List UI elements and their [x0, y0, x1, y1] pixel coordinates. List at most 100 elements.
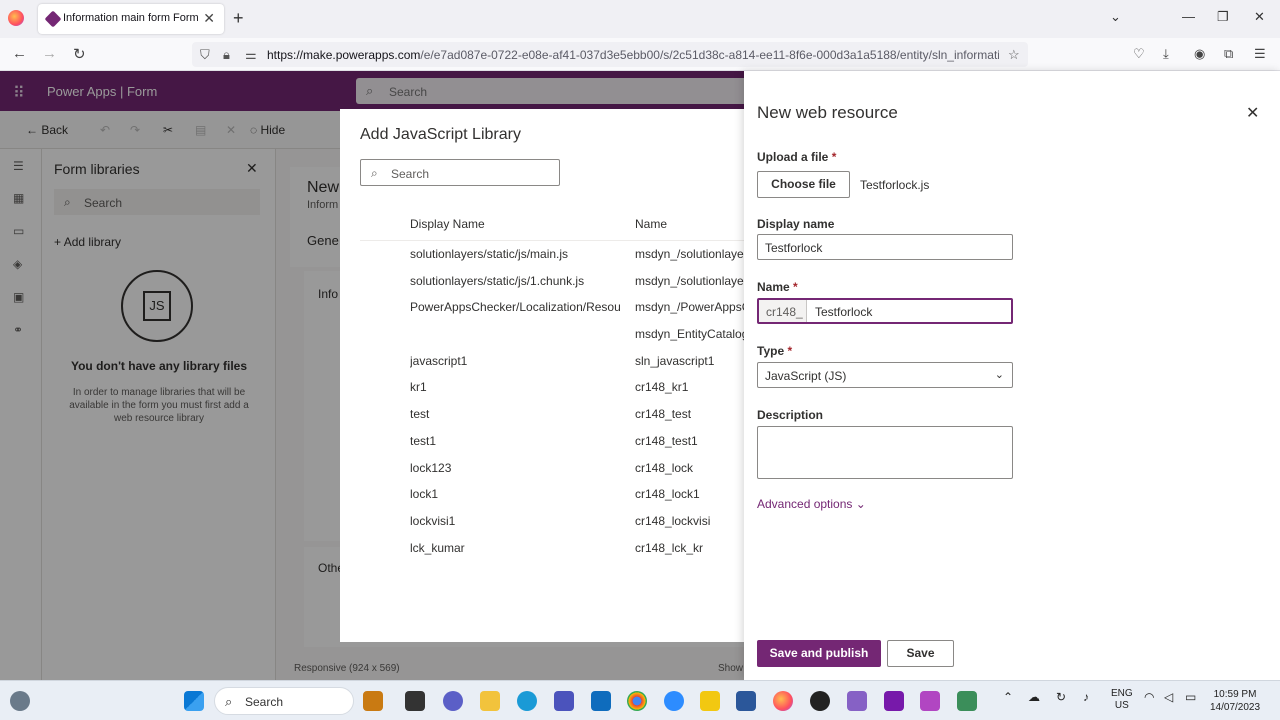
- microphone-icon[interactable]: ♪: [1083, 690, 1089, 704]
- close-panel-icon[interactable]: ✕: [1246, 103, 1259, 123]
- choose-file-button[interactable]: Choose file: [757, 171, 850, 198]
- table-row[interactable]: msdyn_EntityCatalog: [360, 321, 744, 348]
- display-name-value: Testforlock: [765, 241, 823, 255]
- firefox-taskbar-icon[interactable]: [773, 691, 793, 711]
- name-field[interactable]: cr148_ Testforlock: [757, 298, 1013, 324]
- battery-icon[interactable]: ▭: [1185, 690, 1196, 704]
- row-display-name: solutionlayers/static/js/main.js: [410, 247, 569, 261]
- browser-tab[interactable]: Information main form Form ✕: [38, 4, 224, 34]
- column-header-name[interactable]: Name: [635, 217, 744, 231]
- table-row[interactable]: lock1 cr148_lock1: [360, 481, 744, 508]
- name-value: Testforlock: [815, 305, 873, 319]
- download-icon[interactable]: ⤓: [1163, 46, 1169, 62]
- menu-icon[interactable]: ☰: [1254, 46, 1266, 62]
- taskbar: ⌕ Search ⌃ ☁ ↻ ♪ ENG US ◠ ◁ ▭ 10:59 PM 14…: [0, 680, 1280, 720]
- address-bar[interactable]: ⛉ 🔒︎ ⚌ https://make.powerapps.com/e/e7ad…: [192, 42, 1028, 67]
- close-window-icon[interactable]: ✕: [1254, 9, 1265, 25]
- row-name: msdyn_/solutionlayers: [635, 273, 744, 288]
- save-and-publish-button[interactable]: Save and publish: [757, 640, 881, 667]
- visual-studio-icon[interactable]: [847, 691, 867, 711]
- column-header-display-name[interactable]: Display Name: [410, 217, 620, 231]
- start-icon[interactable]: [184, 691, 204, 711]
- clock[interactable]: 10:59 PM 14/07/2023: [1210, 688, 1260, 714]
- table-row[interactable]: lockvisi1 cr148_lockvisi: [360, 508, 744, 535]
- wifi-icon[interactable]: ◠: [1144, 690, 1154, 704]
- table-row[interactable]: test1 cr148_test1: [360, 428, 744, 455]
- advanced-options-toggle[interactable]: Advanced options ⌄: [757, 497, 866, 511]
- table-row[interactable]: solutionlayers/static/js/main.js msdyn_/s…: [360, 241, 744, 268]
- file-explorer-icon[interactable]: [480, 691, 500, 711]
- browser-nav-bar: ← → ↻ ⛉ 🔒︎ ⚌ https://make.powerapps.com/…: [0, 38, 1280, 71]
- edge-icon[interactable]: [517, 691, 537, 711]
- type-value: JavaScript (JS): [765, 369, 847, 383]
- row-name: cr148_lockvisi: [635, 513, 711, 528]
- back-arrow-icon[interactable]: ←: [12, 45, 27, 62]
- table-row[interactable]: solutionlayers/static/js/1.chunk.js msdyn…: [360, 268, 744, 295]
- notepad-icon[interactable]: [957, 691, 977, 711]
- table-row[interactable]: lock123 cr148_lock: [360, 455, 744, 482]
- row-display-name: javascript1: [410, 353, 468, 368]
- library-table: Display Name Name solutionlayers/static/…: [360, 213, 744, 561]
- display-name-field[interactable]: Testforlock: [757, 234, 1013, 260]
- show-hidden-icons[interactable]: ⌃: [1003, 690, 1013, 704]
- table-header: Display Name Name: [360, 213, 744, 241]
- new-web-resource-panel: New web resource ✕ Upload a file * Choos…: [744, 71, 1280, 680]
- table-row[interactable]: PowerAppsChecker/Localization/Resou... ms…: [360, 294, 744, 321]
- onedrive-icon[interactable]: ☁: [1028, 690, 1040, 704]
- add-js-library-dialog: Add JavaScript Library ⌕ Search Display …: [340, 109, 744, 642]
- reload-icon[interactable]: ↻: [73, 45, 86, 63]
- table-row[interactable]: kr1 cr148_kr1: [360, 374, 744, 401]
- extensions-icon[interactable]: ⧉: [1224, 46, 1233, 62]
- row-display-name: lockvisi1: [410, 513, 456, 528]
- app-icon[interactable]: [810, 691, 830, 711]
- chevron-down-icon: ⌄: [855, 497, 866, 511]
- row-display-name: kr1: [410, 380, 427, 395]
- account-icon[interactable]: ◉: [1194, 46, 1205, 62]
- table-row[interactable]: lck_kumar cr148_lck_kr: [360, 535, 744, 562]
- language-indicator[interactable]: ENG US: [1111, 688, 1133, 712]
- volume-icon[interactable]: ◁: [1164, 690, 1173, 704]
- dialog-title: Add JavaScript Library: [360, 126, 521, 143]
- task-view-icon[interactable]: [405, 691, 425, 711]
- row-name: cr148_lock1: [635, 487, 700, 502]
- search-icon: ⌕: [371, 166, 378, 180]
- description-textarea[interactable]: [757, 426, 1013, 479]
- weather-icon[interactable]: [10, 691, 30, 711]
- row-display-name: lck_kumar: [410, 540, 465, 555]
- firefox-icon[interactable]: [8, 10, 24, 26]
- row-name: sln_javascript1: [635, 353, 715, 368]
- description-label: Description: [757, 408, 824, 422]
- close-tab-icon[interactable]: ✕: [203, 10, 215, 27]
- row-name: cr148_test: [635, 407, 692, 422]
- word-icon[interactable]: [736, 691, 756, 711]
- forward-arrow-icon[interactable]: →: [42, 45, 57, 62]
- bookmark-star-icon[interactable]: ☆: [1008, 47, 1020, 63]
- teams-icon[interactable]: [554, 691, 574, 711]
- minimize-icon[interactable]: —: [1182, 9, 1195, 24]
- lock-icon[interactable]: 🔒︎: [223, 47, 230, 63]
- tab-list-chevron-icon[interactable]: ⌄: [1110, 9, 1121, 25]
- onenote-icon[interactable]: [884, 691, 904, 711]
- table-row[interactable]: test cr148_test: [360, 401, 744, 428]
- powerbi-icon[interactable]: [700, 691, 720, 711]
- outlook-icon[interactable]: [591, 691, 611, 711]
- name-label: Name *: [757, 280, 798, 294]
- save-button[interactable]: Save: [887, 640, 954, 667]
- chat-icon[interactable]: [443, 691, 463, 711]
- widgets-icon[interactable]: [363, 691, 383, 711]
- maximize-icon[interactable]: ❐: [1217, 9, 1229, 25]
- snipping-tool-icon[interactable]: [920, 691, 940, 711]
- browser-tab-bar: Information main form Form ✕ + ⌄ — ❐ ✕: [0, 0, 1280, 38]
- taskbar-search[interactable]: ⌕ Search: [214, 687, 354, 715]
- permissions-icon[interactable]: ⚌: [245, 47, 257, 63]
- table-row[interactable]: javascript1 sln_javascript1: [360, 348, 744, 375]
- zoom-icon[interactable]: [664, 691, 684, 711]
- chrome-icon[interactable]: [627, 691, 647, 711]
- dialog-search-input[interactable]: ⌕ Search: [360, 159, 560, 186]
- new-tab-icon[interactable]: +: [233, 8, 244, 29]
- sync-icon[interactable]: ↻: [1056, 690, 1066, 704]
- shield-icon[interactable]: ⛉: [200, 47, 210, 63]
- type-dropdown[interactable]: JavaScript (JS) ⌄: [757, 362, 1013, 388]
- row-name: cr148_kr1: [635, 380, 689, 395]
- pocket-icon[interactable]: ♡: [1133, 46, 1145, 62]
